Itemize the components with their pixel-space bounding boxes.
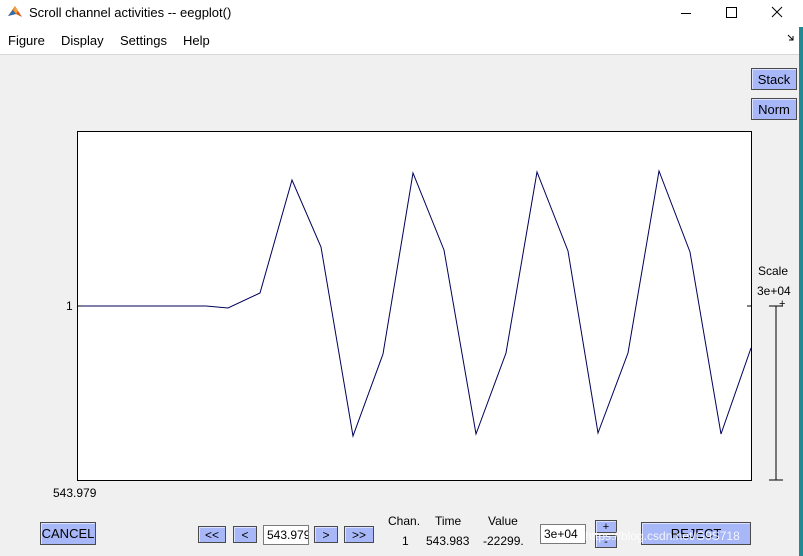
dock-arrow-icon[interactable] (786, 33, 796, 43)
time-readout: 543.983 (426, 534, 470, 548)
menu-figure[interactable]: Figure (8, 33, 45, 48)
maximize-button[interactable] (709, 0, 755, 27)
chan-readout: 1 (402, 534, 409, 548)
scale-plus-mark: + (779, 298, 786, 310)
matlab-icon (8, 6, 22, 17)
scroll-first-button[interactable]: << (198, 526, 226, 543)
window-title: Scroll channel activities -- eegplot() (29, 5, 232, 20)
title-bar: Scroll channel activities -- eegplot() (0, 0, 803, 27)
stack-button[interactable]: Stack (751, 68, 797, 90)
watermark: https://blog.csdn.net/G9S718 (585, 529, 740, 543)
chan-header: Chan. (388, 514, 421, 528)
value-header: Value (488, 514, 518, 528)
eeg-trace-svg (78, 169, 751, 438)
scale-value: 3e+04 (757, 284, 791, 298)
scroll-last-button[interactable]: >> (344, 526, 374, 543)
minimize-icon (681, 13, 691, 14)
scale-bar (769, 305, 783, 481)
minimize-button[interactable] (663, 0, 709, 27)
start-time-label: 543.979 (53, 486, 97, 500)
norm-button[interactable]: Norm (751, 98, 797, 120)
scale-title: Scale (758, 264, 789, 278)
value-readout: -22299. (483, 534, 524, 548)
menu-help[interactable]: Help (183, 33, 210, 48)
menu-display[interactable]: Display (61, 33, 104, 48)
time-header: Time (435, 514, 462, 528)
close-icon (771, 6, 783, 18)
channel-label: 1 (66, 299, 73, 313)
menu-settings[interactable]: Settings (120, 33, 167, 48)
eeg-plot-axes[interactable] (77, 131, 752, 481)
menu-bar: Figure Display Settings Help (0, 27, 803, 55)
maximize-icon (726, 7, 737, 18)
eeg-trace (78, 169, 751, 438)
window-edge (799, 27, 803, 556)
time-position-input[interactable]: 543.979 (263, 525, 309, 545)
scroll-next-button[interactable]: > (314, 526, 338, 543)
scale-input[interactable]: 3e+04 (540, 524, 586, 544)
cancel-button[interactable]: CANCEL (40, 522, 96, 545)
scroll-prev-button[interactable]: < (233, 526, 257, 543)
close-button[interactable] (755, 0, 801, 27)
